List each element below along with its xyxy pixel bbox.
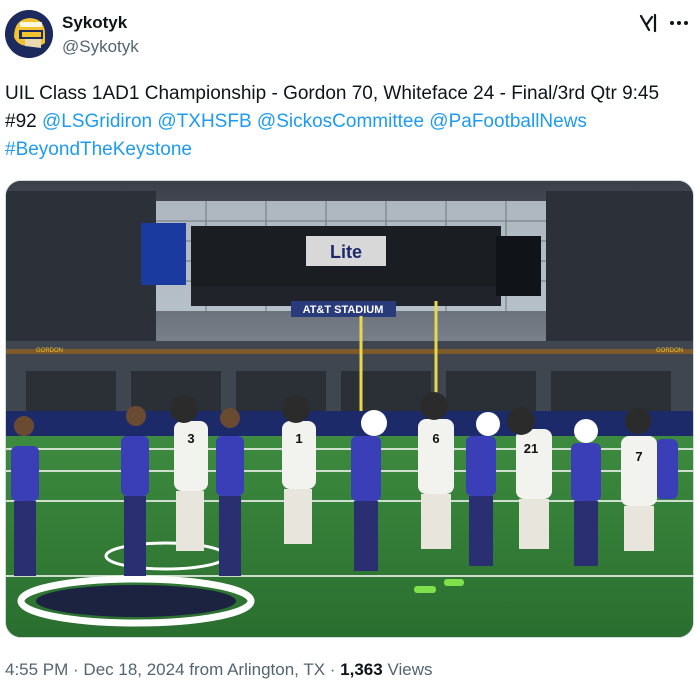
svg-text:21: 21	[524, 441, 538, 456]
mention-txhsfb[interactable]: @TXHSFB	[157, 111, 251, 132]
stadium-sign: AT&T STADIUM	[303, 304, 384, 316]
left-video-board	[141, 223, 186, 285]
tweet-text: UIL Class 1AD1 Championship - Gordon 70,…	[5, 80, 695, 164]
hashtag-beyondthekeystone[interactable]: #BeyondTheKeystone	[5, 139, 192, 160]
svg-text:7: 7	[635, 449, 642, 464]
tweet-photo[interactable]: Lite AT&T STADIUM GORDON GORDON 3 1 6 21…	[5, 180, 694, 638]
mention-pafootballnews[interactable]: @PaFootballNews	[429, 111, 587, 132]
helmet-avatar-icon[interactable]	[5, 10, 53, 58]
banner-right: GORDON	[656, 348, 683, 354]
banner-left: GORDON	[36, 348, 63, 354]
right-video-board	[496, 236, 541, 296]
scoreboard-brand: Lite	[330, 242, 362, 262]
tweet-date[interactable]: Dec 18, 2024	[83, 660, 184, 679]
author-display-name[interactable]: Sykotyk	[62, 13, 127, 33]
author-handle[interactable]: @Sykotyk	[62, 37, 139, 57]
views-count: 1,363	[340, 660, 383, 679]
mention-sickoscommittee[interactable]: @SickosCommittee	[257, 111, 424, 132]
svg-text:3: 3	[187, 431, 194, 446]
grok-icon[interactable]	[638, 12, 660, 34]
tweet-location: from Arlington, TX	[189, 660, 326, 679]
more-options-icon[interactable]	[666, 10, 692, 36]
svg-text:1: 1	[295, 431, 302, 446]
mention-lsgridiron[interactable]: @LSGridiron	[42, 111, 152, 132]
tweet-header: Sykotyk @Sykotyk	[0, 0, 700, 70]
svg-text:6: 6	[432, 431, 439, 446]
tweet-meta: 4:55 PM · Dec 18, 2024 from Arlington, T…	[5, 660, 433, 679]
views-label: Views	[387, 660, 433, 679]
tweet-time[interactable]: 4:55 PM	[5, 660, 68, 679]
